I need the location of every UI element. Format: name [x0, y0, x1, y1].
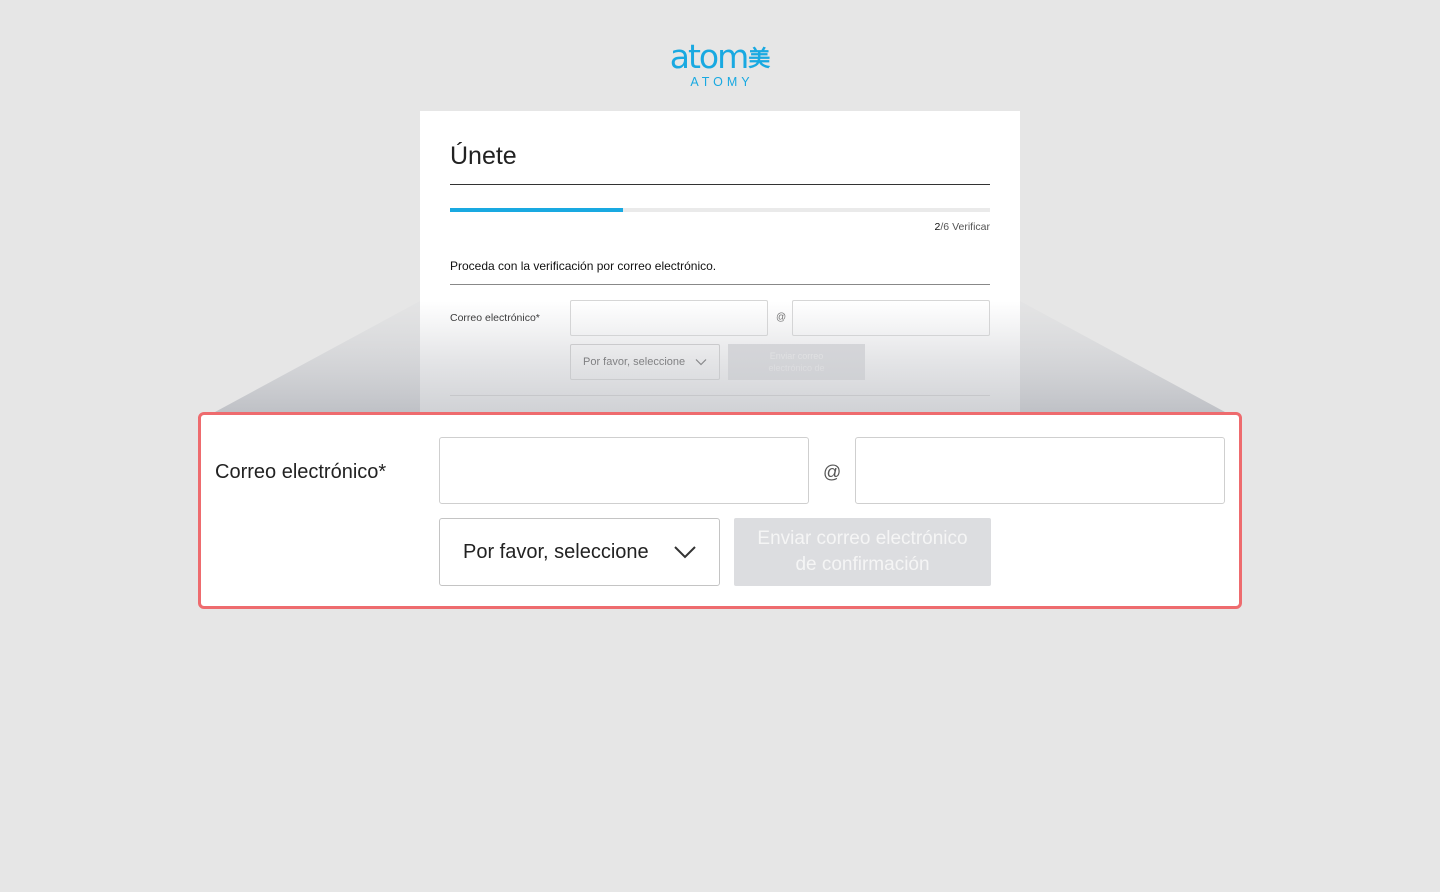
logo-mark: atom 美: [670, 40, 771, 74]
progress-fill: [450, 208, 623, 212]
zoom-email-domain-input[interactable]: [855, 437, 1225, 504]
title-divider: [450, 184, 990, 185]
zoomed-email-section: Correo electrónico* @ Por favor, selecci…: [198, 412, 1242, 609]
page-title: Únete: [450, 142, 517, 170]
at-symbol: @: [776, 312, 787, 323]
email-domain-select-value: Por favor, seleccione: [583, 356, 686, 368]
email-user-input[interactable]: [570, 300, 768, 336]
atomy-logo: atom 美 ATOMY: [0, 40, 1440, 90]
zoom-email-label: Correo electrónico*: [215, 461, 387, 483]
step-indicator: 2/6 Verificar: [935, 221, 990, 233]
form-divider: [450, 395, 990, 396]
chevron-down-icon: [695, 359, 707, 366]
section-divider: [450, 284, 990, 285]
chevron-down-icon: [674, 546, 696, 559]
signup-card: Únete 2/6 Verificar Proceda con la verif…: [420, 111, 1020, 412]
progress-bar: [450, 208, 990, 212]
send-verification-email-button[interactable]: Enviar correo electrónico de: [728, 344, 865, 380]
verification-instructions: Proceda con la verificación por correo e…: [450, 259, 717, 273]
step-total: /6 Verificar: [940, 221, 990, 233]
zoom-send-verification-email-button[interactable]: Enviar correo electrónico de confirmació…: [734, 518, 991, 586]
logo-word: atom: [669, 37, 749, 76]
email-label: Correo electrónico*: [450, 312, 540, 324]
email-domain-input[interactable]: [792, 300, 990, 336]
email-domain-select[interactable]: Por favor, seleccione: [570, 344, 720, 380]
zoom-at-symbol: @: [823, 462, 842, 482]
zoom-email-domain-select[interactable]: Por favor, seleccione: [439, 518, 720, 586]
logo-hanzi: 美: [748, 47, 771, 72]
zoom-email-user-input[interactable]: [439, 437, 809, 504]
zoom-email-domain-select-value: Por favor, seleccione: [463, 540, 649, 563]
logo-subtitle: ATOMY: [690, 75, 754, 89]
